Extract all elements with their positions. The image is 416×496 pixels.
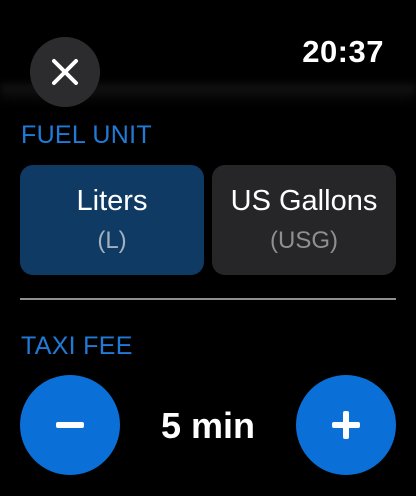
top-bar: 20:37 [0,0,416,107]
plus-icon [332,411,360,439]
minus-icon [56,422,84,428]
section-divider [20,298,396,300]
close-button[interactable] [30,37,100,107]
unit-option-name: US Gallons [230,185,378,217]
decrement-button[interactable] [20,375,120,475]
fuel-unit-label: FUEL UNIT [21,121,152,149]
taxi-fee-label: TAXI FEE [21,332,133,360]
increment-button[interactable] [296,375,396,475]
unit-option-abbr: (L) [97,227,127,254]
unit-option-abbr: (USG) [270,227,338,254]
taxi-fee-value: 5 min [160,405,256,446]
unit-option-liters[interactable]: Liters (L) [20,165,204,275]
close-icon [52,59,78,85]
unit-option-name: Liters [76,185,148,217]
status-time: 20:37 [302,34,384,69]
unit-option-us-gallons[interactable]: US Gallons (USG) [212,165,396,275]
